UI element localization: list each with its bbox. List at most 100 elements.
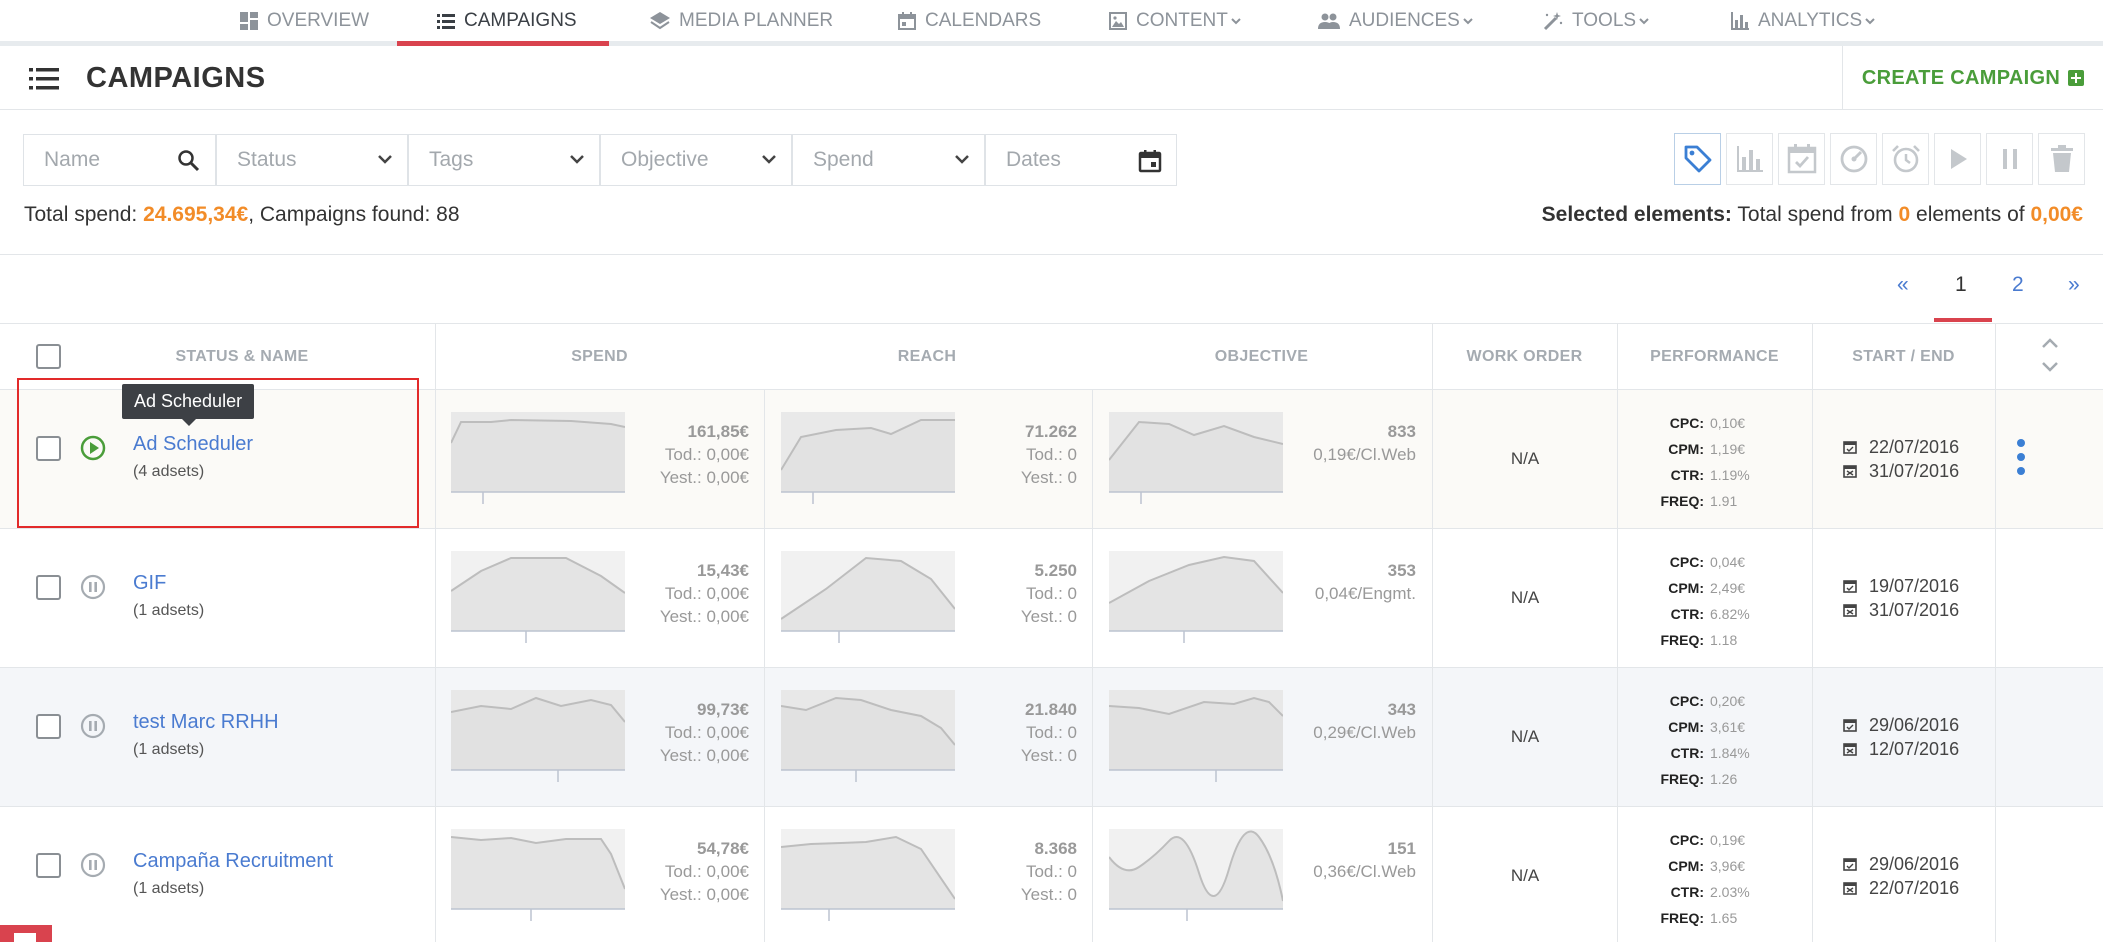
column-divider bbox=[1812, 324, 1813, 942]
selected-text: elements of bbox=[1916, 203, 2025, 226]
campaign-name-link[interactable]: Campaña Recruitment bbox=[133, 850, 333, 873]
sort-icon[interactable] bbox=[2040, 336, 2060, 374]
reach-values: 8.368 Tod.: 0 Yest.: 0 bbox=[1021, 837, 1077, 906]
start-date: 19/07/2016 bbox=[1869, 576, 1960, 596]
select-all-checkbox[interactable] bbox=[36, 344, 61, 369]
create-campaign-button[interactable]: CREATE CAMPAIGN bbox=[1842, 46, 2103, 110]
create-campaign-label: CREATE CAMPAIGN bbox=[1861, 66, 2061, 89]
spend-sparkline bbox=[451, 829, 625, 921]
column-divider bbox=[1092, 390, 1093, 942]
start-date: 29/06/2016 bbox=[1869, 715, 1960, 735]
column-performance[interactable]: PERFORMANCE bbox=[1617, 348, 1812, 366]
calendar-start-icon bbox=[1843, 858, 1857, 871]
reach-yesterday: Yest.: 0 bbox=[1020, 885, 1077, 904]
pause-circle-icon[interactable] bbox=[80, 574, 106, 600]
objective-values: 353 0,04€/Engmt. bbox=[1315, 559, 1416, 605]
column-divider bbox=[1995, 324, 1996, 942]
page-1-button[interactable]: 1 bbox=[1955, 273, 1967, 297]
column-divider bbox=[764, 390, 765, 942]
selected-count: 0 bbox=[1898, 203, 1911, 226]
end-date: 22/07/2016 bbox=[1869, 878, 1960, 898]
column-status-name[interactable]: STATUS & NAME bbox=[100, 348, 384, 366]
nav-media-planner[interactable]: MEDIA PLANNER bbox=[650, 0, 833, 41]
reach-total: 71.262 bbox=[1025, 422, 1077, 441]
end-date: 31/07/2016 bbox=[1869, 600, 1960, 620]
tooltip: Ad Scheduler bbox=[122, 384, 255, 426]
optimize-button[interactable] bbox=[1830, 133, 1877, 185]
spend-yesterday: Yest.: 0,00€ bbox=[659, 885, 749, 904]
nav-overview[interactable]: OVERVIEW bbox=[240, 0, 369, 41]
tag-button[interactable] bbox=[1674, 133, 1721, 185]
reach-sparkline bbox=[781, 551, 955, 643]
spend-today: Tod.: 0,00€ bbox=[664, 862, 749, 881]
nav-audiences[interactable]: AUDIENCES bbox=[1318, 0, 1473, 41]
more-options-icon[interactable] bbox=[2016, 438, 2026, 476]
nav-analytics[interactable]: ANALYTICS bbox=[1731, 0, 1875, 41]
tags-select[interactable]: Tags bbox=[408, 134, 600, 186]
chevron-down-icon bbox=[1463, 17, 1473, 24]
nav-label: TOOLS bbox=[1572, 9, 1637, 31]
table-row[interactable]: GIF (1 adsets) 15,43€ Tod.: 0,00€ Yest.:… bbox=[0, 529, 2103, 668]
objective-total: 833 bbox=[1387, 422, 1416, 441]
nav-campaigns[interactable]: CAMPAIGNS bbox=[437, 0, 577, 41]
reach-sparkline bbox=[781, 829, 955, 921]
nav-calendars[interactable]: CALENDARS bbox=[898, 0, 1041, 41]
objective-placeholder: Objective bbox=[621, 148, 709, 171]
menu-icon[interactable] bbox=[29, 68, 59, 90]
start-date: 29/06/2016 bbox=[1869, 854, 1960, 874]
row-checkbox[interactable] bbox=[36, 853, 61, 878]
objective-cost: 0,29€/Cl.Web bbox=[1313, 723, 1416, 742]
table-row[interactable]: test Marc RRHH (1 adsets) 99,73€ Tod.: 0… bbox=[0, 668, 2103, 807]
name-search-input[interactable]: Name bbox=[23, 134, 216, 186]
chat-widget-button[interactable] bbox=[0, 925, 52, 942]
spend-values: 99,73€ Tod.: 0,00€ Yest.: 0,00€ bbox=[660, 698, 749, 767]
objective-select[interactable]: Objective bbox=[600, 134, 792, 186]
column-work-order[interactable]: WORK ORDER bbox=[1432, 348, 1617, 366]
delete-button[interactable] bbox=[2038, 133, 2085, 185]
dashboard-icon bbox=[240, 11, 258, 30]
schedule-button[interactable] bbox=[1778, 133, 1825, 185]
cpc-value: 0,19€ bbox=[1710, 832, 1746, 848]
table-row[interactable]: Campaña Recruitment (1 adsets) 54,78€ To… bbox=[0, 807, 2103, 942]
spend-yesterday: Yest.: 0,00€ bbox=[659, 468, 749, 487]
performance-metrics: CPC: 0,19€ CPM: 3,96€ CTR: 2.03% FREQ: 1.65 bbox=[1630, 827, 1760, 931]
stats-button[interactable] bbox=[1726, 133, 1773, 185]
pause-button[interactable] bbox=[1986, 133, 2033, 185]
row-checkbox[interactable] bbox=[36, 575, 61, 600]
reach-values: 21.840 Tod.: 0 Yest.: 0 bbox=[1021, 698, 1077, 767]
spend-select[interactable]: Spend bbox=[792, 134, 985, 186]
alarm-button[interactable] bbox=[1882, 133, 1929, 185]
speedometer-icon bbox=[1840, 145, 1867, 173]
nav-content[interactable]: CONTENT bbox=[1109, 0, 1241, 41]
tags-placeholder: Tags bbox=[429, 148, 474, 171]
ctr-label: CTR: bbox=[1670, 467, 1704, 483]
campaign-dates: 29/06/2016 12/07/2016 bbox=[1843, 713, 1959, 761]
reach-yesterday: Yest.: 0 bbox=[1020, 607, 1077, 626]
work-order-value: N/A bbox=[1510, 866, 1540, 885]
campaign-name-link[interactable]: test Marc RRHH bbox=[133, 711, 279, 734]
column-objective[interactable]: OBJECTIVE bbox=[1091, 348, 1432, 366]
dates-picker[interactable]: Dates bbox=[985, 134, 1177, 186]
column-start-end[interactable]: START / END bbox=[1812, 348, 1995, 366]
calendar-start-icon bbox=[1843, 719, 1857, 732]
play-button[interactable] bbox=[1934, 133, 1981, 185]
prev-page-button[interactable]: « bbox=[1897, 273, 1909, 297]
reach-values: 5.250 Tod.: 0 Yest.: 0 bbox=[1021, 559, 1077, 628]
pause-circle-icon[interactable] bbox=[80, 852, 106, 878]
row-checkbox[interactable] bbox=[36, 714, 61, 739]
column-reach[interactable]: REACH bbox=[763, 348, 1091, 366]
page-title: CAMPAIGNS bbox=[86, 62, 266, 94]
tag-icon bbox=[1684, 145, 1711, 173]
ctr-value: 2.03% bbox=[1710, 884, 1750, 900]
next-page-button[interactable]: » bbox=[2068, 273, 2080, 297]
column-spend[interactable]: SPEND bbox=[436, 348, 763, 366]
nav-tools[interactable]: TOOLS bbox=[1543, 0, 1649, 41]
bar-chart-icon bbox=[1731, 11, 1749, 30]
page-header: CAMPAIGNS CREATE CAMPAIGN bbox=[0, 46, 2103, 110]
page-2-button[interactable]: 2 bbox=[2012, 273, 2024, 297]
reach-today: Tod.: 0 bbox=[1025, 584, 1077, 603]
campaign-name-link[interactable]: GIF bbox=[133, 572, 166, 595]
objective-sparkline bbox=[1109, 551, 1283, 643]
status-select[interactable]: Status bbox=[216, 134, 408, 186]
pause-circle-icon[interactable] bbox=[80, 713, 106, 739]
